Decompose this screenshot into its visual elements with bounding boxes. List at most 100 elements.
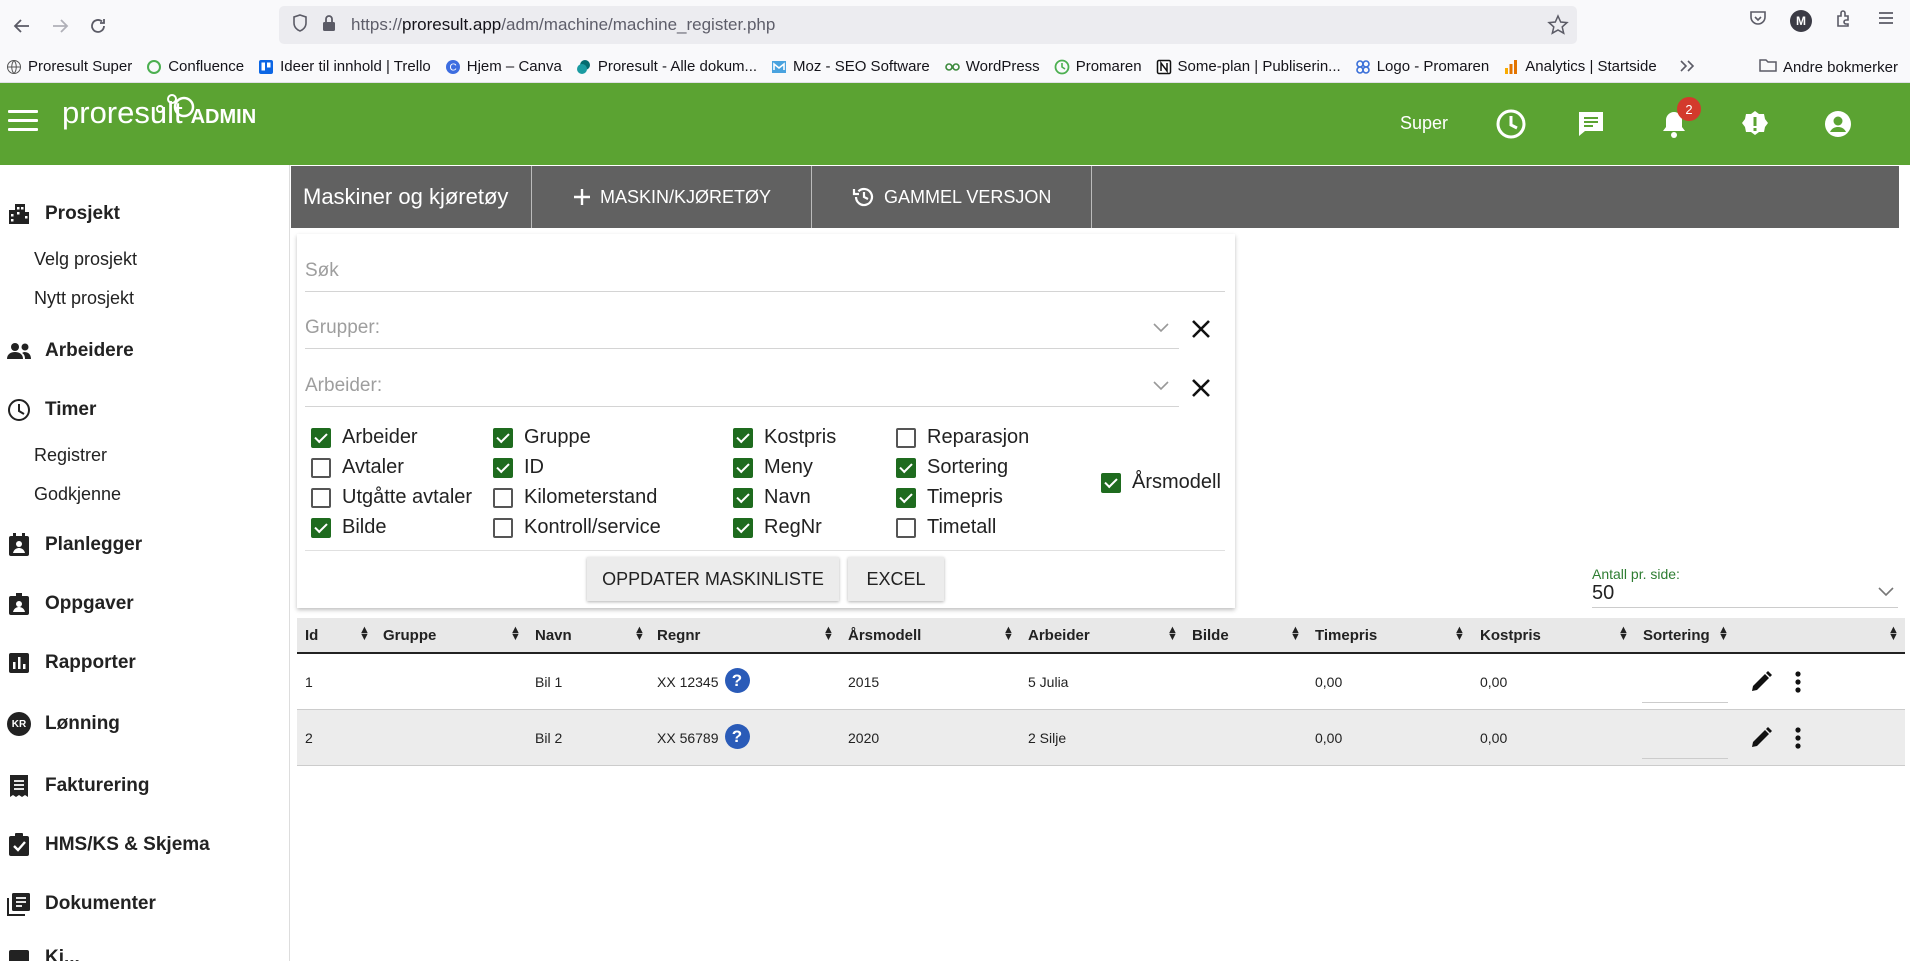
sort-icon[interactable]: ▲ ▼ — [634, 625, 645, 643]
bookmark-item[interactable]: Analytics | Startside — [1503, 58, 1657, 75]
column-header-bilde[interactable]: Bilde — [1192, 627, 1229, 644]
chevron-double-right-icon[interactable] — [1678, 57, 1696, 79]
column-toggle-kontroll-service[interactable]: Kontroll/service — [493, 516, 661, 539]
notification-bell-icon[interactable]: 2 — [1657, 97, 1701, 141]
old-version-button[interactable]: GAMMEL VERSJON — [812, 166, 1093, 228]
add-machine-button[interactable]: MASKIN/KJØRETØY — [532, 166, 813, 228]
checkbox[interactable] — [896, 517, 916, 538]
back-icon[interactable] — [4, 8, 40, 44]
sortering-input[interactable] — [1642, 702, 1728, 703]
column-toggle-bilde[interactable]: Bilde — [311, 516, 386, 539]
column-header-kostpris[interactable]: Kostpris — [1480, 627, 1541, 644]
column-toggle-avtaler[interactable]: Avtaler — [311, 456, 404, 479]
bookmark-item[interactable]: Logo - Promaren — [1355, 58, 1489, 75]
bookmark-item[interactable]: Proresult - Alle dokum... — [576, 58, 757, 75]
logo[interactable]: proresult ADMIN — [62, 94, 256, 131]
checkbox[interactable] — [311, 487, 331, 508]
pocket-icon[interactable] — [1748, 8, 1768, 33]
sidebar-item-registrer[interactable]: Registrer — [34, 445, 107, 466]
bookmark-item[interactable]: Ideer til innhold | Trello — [258, 58, 431, 75]
column-toggle-arbeider[interactable]: Arbeider — [311, 426, 418, 449]
column-header-timepris[interactable]: Timepris — [1315, 627, 1377, 644]
sort-icon[interactable]: ▲ ▼ — [1718, 625, 1729, 643]
checkbox[interactable] — [733, 457, 753, 478]
checkbox[interactable] — [896, 427, 916, 448]
sort-icon[interactable]: ▲ ▼ — [1618, 625, 1629, 643]
column-header-regnr[interactable]: Regnr — [657, 627, 700, 644]
checkbox[interactable] — [311, 457, 331, 478]
checkbox[interactable] — [896, 457, 916, 478]
sort-icon[interactable]: ▲ ▼ — [359, 625, 370, 643]
sort-icon[interactable]: ▲ ▼ — [1454, 625, 1465, 643]
sidebar-item-arbeidere[interactable]: Arbeidere — [0, 338, 134, 364]
column-toggle-timepris[interactable]: Timepris — [896, 486, 1003, 509]
sidebar-item-oppgaver[interactable]: Oppgaver — [0, 591, 134, 617]
search-input[interactable]: Søk — [305, 260, 1225, 292]
per-page-select[interactable]: Antall pr. side: 50 — [1592, 566, 1898, 608]
sidebar-item-prosjekt[interactable]: Prosjekt — [0, 201, 120, 227]
bookmark-item[interactable]: Promaren — [1054, 58, 1142, 75]
checkbox[interactable] — [733, 517, 753, 538]
checkbox[interactable] — [733, 487, 753, 508]
sort-icon[interactable]: ▲ ▼ — [1290, 625, 1301, 643]
account-icon[interactable] — [1821, 107, 1855, 141]
column-header-id[interactable]: Id — [305, 627, 318, 644]
sort-icon[interactable]: ▲ ▼ — [1888, 625, 1899, 643]
column-toggle-regnr[interactable]: RegNr — [733, 516, 822, 539]
checkbox[interactable] — [896, 487, 916, 508]
bookmark-item[interactable]: C Hjem – Canva — [445, 58, 562, 75]
checkbox[interactable] — [311, 427, 331, 448]
forward-icon[interactable] — [42, 8, 78, 44]
sidebar-item-partial[interactable]: Ki... — [0, 947, 80, 961]
reload-icon[interactable] — [80, 8, 116, 44]
sort-icon[interactable]: ▲ ▼ — [1167, 625, 1178, 643]
other-bookmarks[interactable]: Andre bokmerker — [1759, 57, 1898, 77]
update-machine-list-button[interactable]: OPPDATER MASKINLISTE — [587, 557, 839, 601]
checkbox[interactable] — [493, 487, 513, 508]
clear-worker-icon[interactable] — [1190, 375, 1212, 406]
column-toggle-utgatte-avtaler[interactable]: Utgåtte avtaler — [311, 486, 472, 509]
profile-avatar[interactable]: M — [1790, 9, 1812, 32]
checkbox[interactable] — [493, 457, 513, 478]
column-header-arbeider[interactable]: Arbeider — [1028, 627, 1090, 644]
sidebar-item-nytt-prosjekt[interactable]: Nytt prosjekt — [34, 288, 134, 309]
sidebar-item-dokumenter[interactable]: Dokumenter — [0, 891, 156, 917]
checkbox[interactable] — [733, 427, 753, 448]
menu-icon[interactable] — [1876, 8, 1896, 33]
column-header-navn[interactable]: Navn — [535, 627, 572, 644]
column-toggle-meny[interactable]: Meny — [733, 456, 813, 479]
column-toggle-arsmodell[interactable]: Årsmodell — [1101, 471, 1221, 494]
column-header-arsmodell[interactable]: Årsmodell — [848, 627, 921, 644]
more-vertical-icon[interactable] — [1794, 726, 1802, 753]
column-header-gruppe[interactable]: Gruppe — [383, 627, 436, 644]
column-toggle-kostpris[interactable]: Kostpris — [733, 426, 836, 449]
hamburger-menu-icon[interactable] — [8, 110, 38, 137]
bookmark-item[interactable]: Proresult Super — [6, 58, 132, 75]
column-toggle-id[interactable]: ID — [493, 456, 544, 479]
checkbox[interactable] — [1101, 472, 1121, 493]
column-toggle-navn[interactable]: Navn — [733, 486, 811, 509]
sidebar-item-fakturering[interactable]: Fakturering — [0, 773, 150, 799]
sidebar-item-velg-prosjekt[interactable]: Velg prosjekt — [34, 249, 137, 270]
worker-select[interactable]: Arbeider: — [305, 375, 1179, 407]
bookmark-item[interactable]: WordPress — [944, 58, 1040, 75]
url-bar[interactable]: https://proresult.app/adm/machine/machin… — [279, 6, 1577, 44]
column-toggle-sortering[interactable]: Sortering — [896, 456, 1008, 479]
checkbox[interactable] — [493, 517, 513, 538]
sort-icon[interactable]: ▲ ▼ — [823, 625, 834, 643]
edit-pencil-icon[interactable] — [1749, 726, 1773, 753]
excel-button[interactable]: EXCEL — [848, 557, 944, 601]
column-toggle-reparasjon[interactable]: Reparasjon — [896, 426, 1029, 449]
bookmark-item[interactable]: Moz - SEO Software — [771, 58, 930, 75]
clear-groups-icon[interactable] — [1190, 316, 1212, 347]
column-header-sortering[interactable]: Sortering — [1643, 627, 1710, 644]
bookmark-star-icon[interactable] — [1547, 14, 1569, 41]
chat-icon[interactable] — [1574, 107, 1608, 141]
sidebar-item-planlegger[interactable]: Planlegger — [0, 532, 142, 558]
sidebar-item-rapporter[interactable]: Rapporter — [0, 650, 136, 676]
sort-icon[interactable]: ▲ ▼ — [510, 625, 521, 643]
sort-icon[interactable]: ▲ ▼ — [1003, 625, 1014, 643]
column-toggle-gruppe[interactable]: Gruppe — [493, 426, 591, 449]
help-icon[interactable]: ? — [724, 724, 750, 749]
checkbox[interactable] — [493, 427, 513, 448]
